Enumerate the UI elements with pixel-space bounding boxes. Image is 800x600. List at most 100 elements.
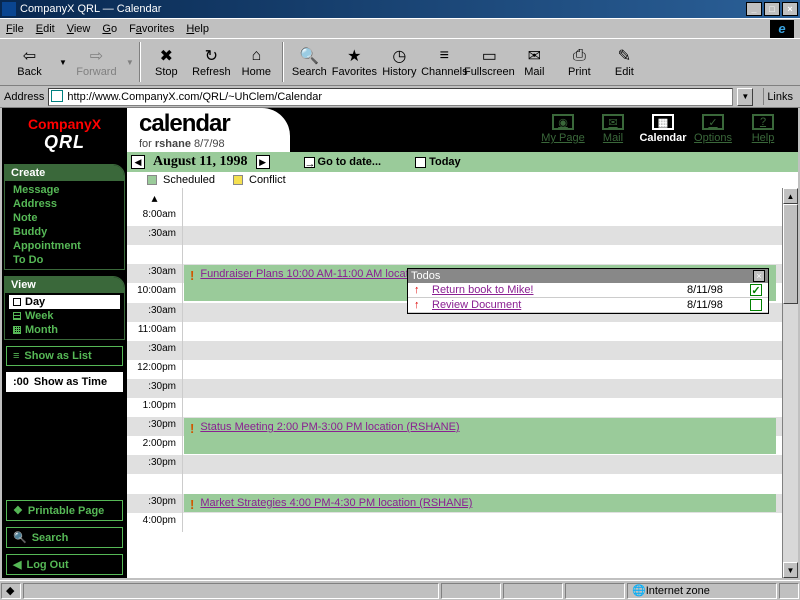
time-slot[interactable]: 1:00pm [127, 398, 782, 417]
minimize-button[interactable]: _ [746, 2, 762, 16]
menu-view[interactable]: View [67, 23, 91, 35]
legend: Scheduled Conflict [127, 172, 798, 188]
window-title: CompanyX QRL — Calendar [20, 3, 161, 15]
main: calendar for rshane 8/7/98 ◉My Page ✉Mai… [127, 108, 798, 578]
priority-up-icon: ↑ [414, 299, 424, 311]
search-button[interactable]: 🔍Search [287, 40, 332, 84]
home-button[interactable]: ⌂Home [234, 40, 279, 84]
page-title: calendar [139, 110, 230, 138]
todo-checkbox-2[interactable] [750, 299, 762, 311]
edit-button[interactable]: ✎Edit [602, 40, 647, 84]
nav-mypage[interactable]: ◉My Page [538, 114, 588, 144]
create-buddy[interactable]: Buddy [9, 225, 120, 239]
todo-link-2[interactable]: Review Document [432, 299, 679, 311]
address-bar: Address ▼ Links [0, 86, 800, 108]
time-slot[interactable] [127, 245, 782, 264]
appointment-3[interactable]: !Market Strategies 4:00 PM-4:30 PM locat… [184, 494, 776, 512]
today-button[interactable]: Today [415, 156, 461, 168]
logo: CompanyX QRL [2, 108, 127, 161]
time-slot[interactable]: 11:00am [127, 322, 782, 341]
stop-button[interactable]: ✖Stop [144, 40, 189, 84]
time-slot[interactable]: :30am [127, 226, 782, 245]
time-slot[interactable]: :30pm [127, 455, 782, 474]
conflict-swatch [233, 175, 243, 185]
address-label: Address [4, 91, 44, 103]
maximize-button[interactable]: □ [764, 2, 780, 16]
todo-link-1[interactable]: Return book to Mike! [432, 284, 679, 296]
close-button[interactable]: × [782, 2, 798, 16]
ie-logo-icon: e [770, 20, 794, 38]
create-header: Create [5, 165, 124, 181]
create-appointment[interactable]: Appointment [9, 239, 120, 253]
scroll-up-button[interactable]: ▲ [783, 188, 798, 204]
view-week[interactable]: Week [9, 309, 120, 323]
nav-calendar[interactable]: ▦Calendar [638, 114, 688, 144]
time-slot[interactable] [127, 474, 782, 493]
menu-go[interactable]: Go [102, 23, 117, 35]
nav-mail[interactable]: ✉Mail [588, 114, 638, 144]
channels-button[interactable]: ≡Channels [422, 40, 467, 84]
time-slot[interactable]: 4:00pm [127, 513, 782, 532]
next-day-button[interactable]: ▶ [256, 155, 270, 169]
fullscreen-button[interactable]: ▭Fullscreen [467, 40, 512, 84]
prev-day-button[interactable]: ◀ [131, 155, 145, 169]
scroll-down-button[interactable]: ▼ [783, 562, 798, 578]
address-input[interactable] [48, 88, 733, 106]
printable-page-button[interactable]: ❖Printable Page [6, 500, 123, 521]
security-zone: 🌐 Internet zone [627, 583, 777, 599]
todo-checkbox-1[interactable]: ✓ [750, 284, 762, 296]
page-icon [51, 90, 63, 102]
nav-options[interactable]: ✓Options [688, 114, 738, 144]
menu-edit[interactable]: Edit [36, 23, 55, 35]
todos-popup: Todos× ↑ Return book to Mike! 8/11/98 ✓ … [407, 268, 769, 314]
address-dropdown[interactable]: ▼ [737, 88, 753, 106]
forward-button[interactable]: ⇨Forward [69, 40, 124, 84]
scheduled-swatch [147, 175, 157, 185]
view-header: View [5, 277, 124, 293]
print-button[interactable]: ⎙Print [557, 40, 602, 84]
time-slot[interactable]: 8:00am [127, 207, 782, 226]
appointment-2[interactable]: !Status Meeting 2:00 PM-3:00 PM location… [184, 418, 776, 454]
todos-title: Todos [411, 270, 440, 282]
show-as-list-button[interactable]: ≡Show as List [6, 346, 123, 366]
show-as-time-button[interactable]: :00Show as Time [6, 372, 123, 392]
window-titlebar: CompanyX QRL — Calendar _ □ × [0, 0, 800, 18]
todo-row-2: ↑ Review Document 8/11/98 [408, 298, 768, 313]
time-slot[interactable]: :30am [127, 341, 782, 360]
todo-row-1: ↑ Return book to Mike! 8/11/98 ✓ [408, 283, 768, 298]
refresh-button[interactable]: ↻Refresh [189, 40, 234, 84]
time-slot[interactable]: :30pm [127, 379, 782, 398]
create-note[interactable]: Note [9, 211, 120, 225]
goto-date-button[interactable]: →Go to date... [304, 156, 382, 168]
create-todo[interactable]: To Do [9, 253, 120, 267]
menu-favorites[interactable]: Favorites [129, 23, 174, 35]
todos-close-button[interactable]: × [753, 270, 765, 282]
create-message[interactable]: Message [9, 183, 120, 197]
create-panel: Create Message Address Note Buddy Appoin… [4, 164, 125, 270]
menubar: File Edit View Go Favorites Help e [0, 18, 800, 38]
sidebar: CompanyX QRL Create Message Address Note… [2, 108, 127, 578]
back-button[interactable]: ⇦Back [2, 40, 57, 84]
logout-button[interactable]: ◀Log Out [6, 554, 123, 575]
mail-button[interactable]: ✉Mail [512, 40, 557, 84]
view-month[interactable]: Month [9, 323, 120, 337]
priority-up-icon: ↑ [414, 284, 424, 296]
time-slot[interactable]: 12:00pm [127, 360, 782, 379]
view-day[interactable]: Day [9, 295, 120, 309]
search-button-side[interactable]: 🔍Search [6, 527, 123, 548]
scroll-thumb[interactable] [783, 204, 798, 304]
toolbar: ⇦Back▼ ⇨Forward▼ ✖Stop ↻Refresh ⌂Home 🔍S… [0, 38, 800, 86]
date-bar: ◀ August 11, 1998 ▶ →Go to date... Today [127, 152, 798, 172]
status-bar: ◆ 🌐 Internet zone [0, 580, 800, 600]
status-message [23, 583, 439, 599]
menu-file[interactable]: File [6, 23, 24, 35]
menu-help[interactable]: Help [186, 23, 209, 35]
links-bar[interactable]: Links [763, 88, 796, 105]
vertical-scrollbar[interactable]: ▲ ▼ [782, 188, 798, 578]
history-button[interactable]: ◷History [377, 40, 422, 84]
nav-help[interactable]: ?Help [738, 114, 788, 144]
time-grid: ▴8:00am:30am:30am10:00am:30am11:00am:30a… [127, 188, 782, 578]
page-subtitle: for rshane 8/7/98 [139, 138, 230, 150]
create-address[interactable]: Address [9, 197, 120, 211]
favorites-button[interactable]: ★Favorites [332, 40, 377, 84]
